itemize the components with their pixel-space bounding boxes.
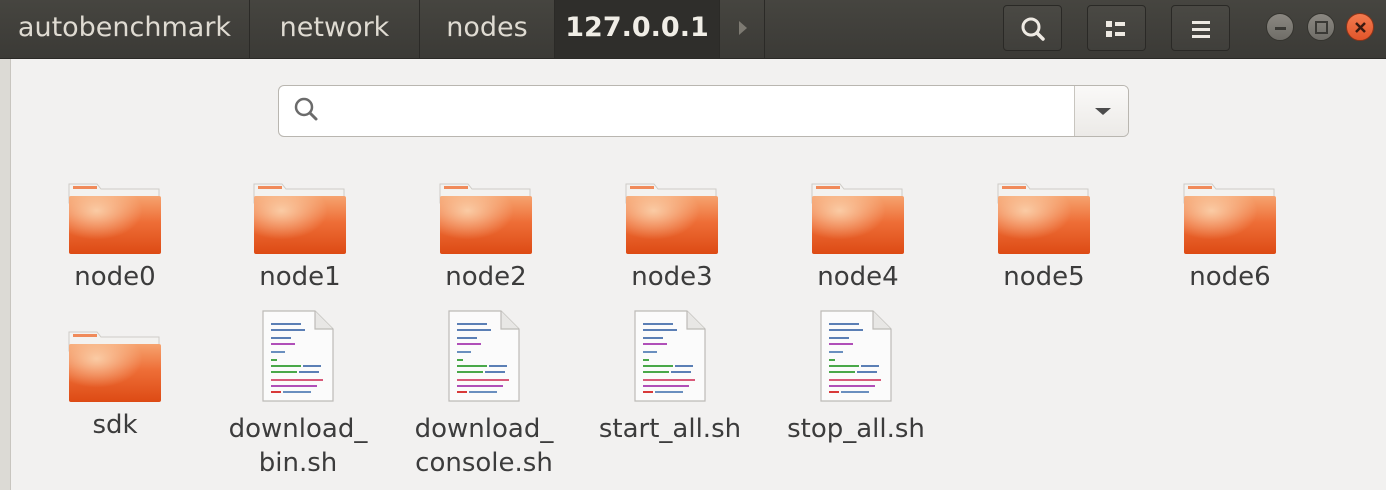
folder-item-node5[interactable]: node5	[951, 180, 1137, 294]
item-label: node3	[631, 262, 713, 292]
close-icon	[1355, 22, 1366, 33]
item-label: download_ console.sh	[391, 412, 577, 480]
view-options-icon	[1106, 21, 1125, 37]
item-label: stop_all.sh	[787, 414, 925, 444]
folder-item-sdk[interactable]: sdk	[22, 328, 208, 442]
folder-icon	[625, 183, 718, 254]
folder-item-node4[interactable]: node4	[765, 180, 951, 294]
item-label-line-2: bin.sh	[258, 448, 338, 478]
search-input[interactable]	[327, 94, 1071, 128]
file-item-download-bin[interactable]: download_ bin.sh	[205, 310, 391, 480]
view-options-button[interactable]	[1087, 5, 1146, 51]
script-file-icon	[634, 310, 706, 402]
script-file-icon	[448, 310, 520, 402]
breadcrumb-network[interactable]: network	[250, 0, 420, 58]
breadcrumb-autobenchmark[interactable]: autobenchmark	[0, 0, 250, 58]
file-item-stop-all[interactable]: stop_all.sh	[763, 310, 949, 446]
folder-icon	[439, 183, 532, 254]
minimize-icon	[1275, 27, 1286, 30]
breadcrumb-forward-arrow-icon[interactable]	[720, 0, 765, 58]
folder-icon	[1183, 183, 1276, 254]
menu-icon	[1192, 21, 1210, 38]
folder-item-node6[interactable]: node6	[1137, 180, 1323, 294]
breadcrumb-nodes[interactable]: nodes	[420, 0, 555, 58]
item-label-line-2: console.sh	[415, 448, 553, 478]
folder-item-node2[interactable]: node2	[393, 180, 579, 294]
menu-button[interactable]	[1171, 5, 1230, 51]
folder-icon	[997, 183, 1090, 254]
breadcrumb-127-0-0-1[interactable]: 127.0.0.1	[555, 0, 720, 58]
folder-item-node3[interactable]: node3	[579, 180, 765, 294]
sidebar-edge	[0, 59, 11, 490]
maximize-button[interactable]	[1307, 13, 1335, 41]
folder-item-node0[interactable]: node0	[22, 180, 208, 294]
search-field[interactable]	[278, 85, 1129, 137]
minimize-button[interactable]	[1266, 13, 1294, 41]
file-item-download-console[interactable]: download_ console.sh	[391, 310, 577, 480]
header-bar: autobenchmark network nodes 127.0.0.1	[0, 0, 1386, 59]
script-file-icon	[262, 310, 334, 402]
folder-icon	[68, 183, 161, 254]
file-item-start-all[interactable]: start_all.sh	[577, 310, 763, 446]
item-label-line-1: download_	[228, 414, 368, 444]
item-label: node4	[817, 262, 899, 292]
close-button[interactable]	[1346, 13, 1374, 41]
item-label: node6	[1189, 262, 1271, 292]
item-label: sdk	[92, 410, 138, 440]
folder-icon	[68, 331, 161, 402]
item-label: node2	[445, 262, 527, 292]
folder-item-node1[interactable]: node1	[207, 180, 393, 294]
maximize-icon	[1315, 21, 1328, 34]
item-label: node0	[74, 262, 156, 292]
folder-icon	[253, 183, 346, 254]
item-label: node5	[1003, 262, 1085, 292]
item-label: download_ bin.sh	[205, 412, 391, 480]
search-icon	[294, 97, 318, 121]
search-dropdown-button[interactable]	[1074, 86, 1128, 136]
script-file-icon	[820, 310, 892, 402]
item-label-line-1: download_	[414, 414, 554, 444]
search-icon	[1021, 17, 1045, 41]
item-label: node1	[259, 262, 341, 292]
search-button[interactable]	[1003, 5, 1062, 51]
item-label: start_all.sh	[598, 414, 742, 444]
folder-icon	[811, 183, 904, 254]
